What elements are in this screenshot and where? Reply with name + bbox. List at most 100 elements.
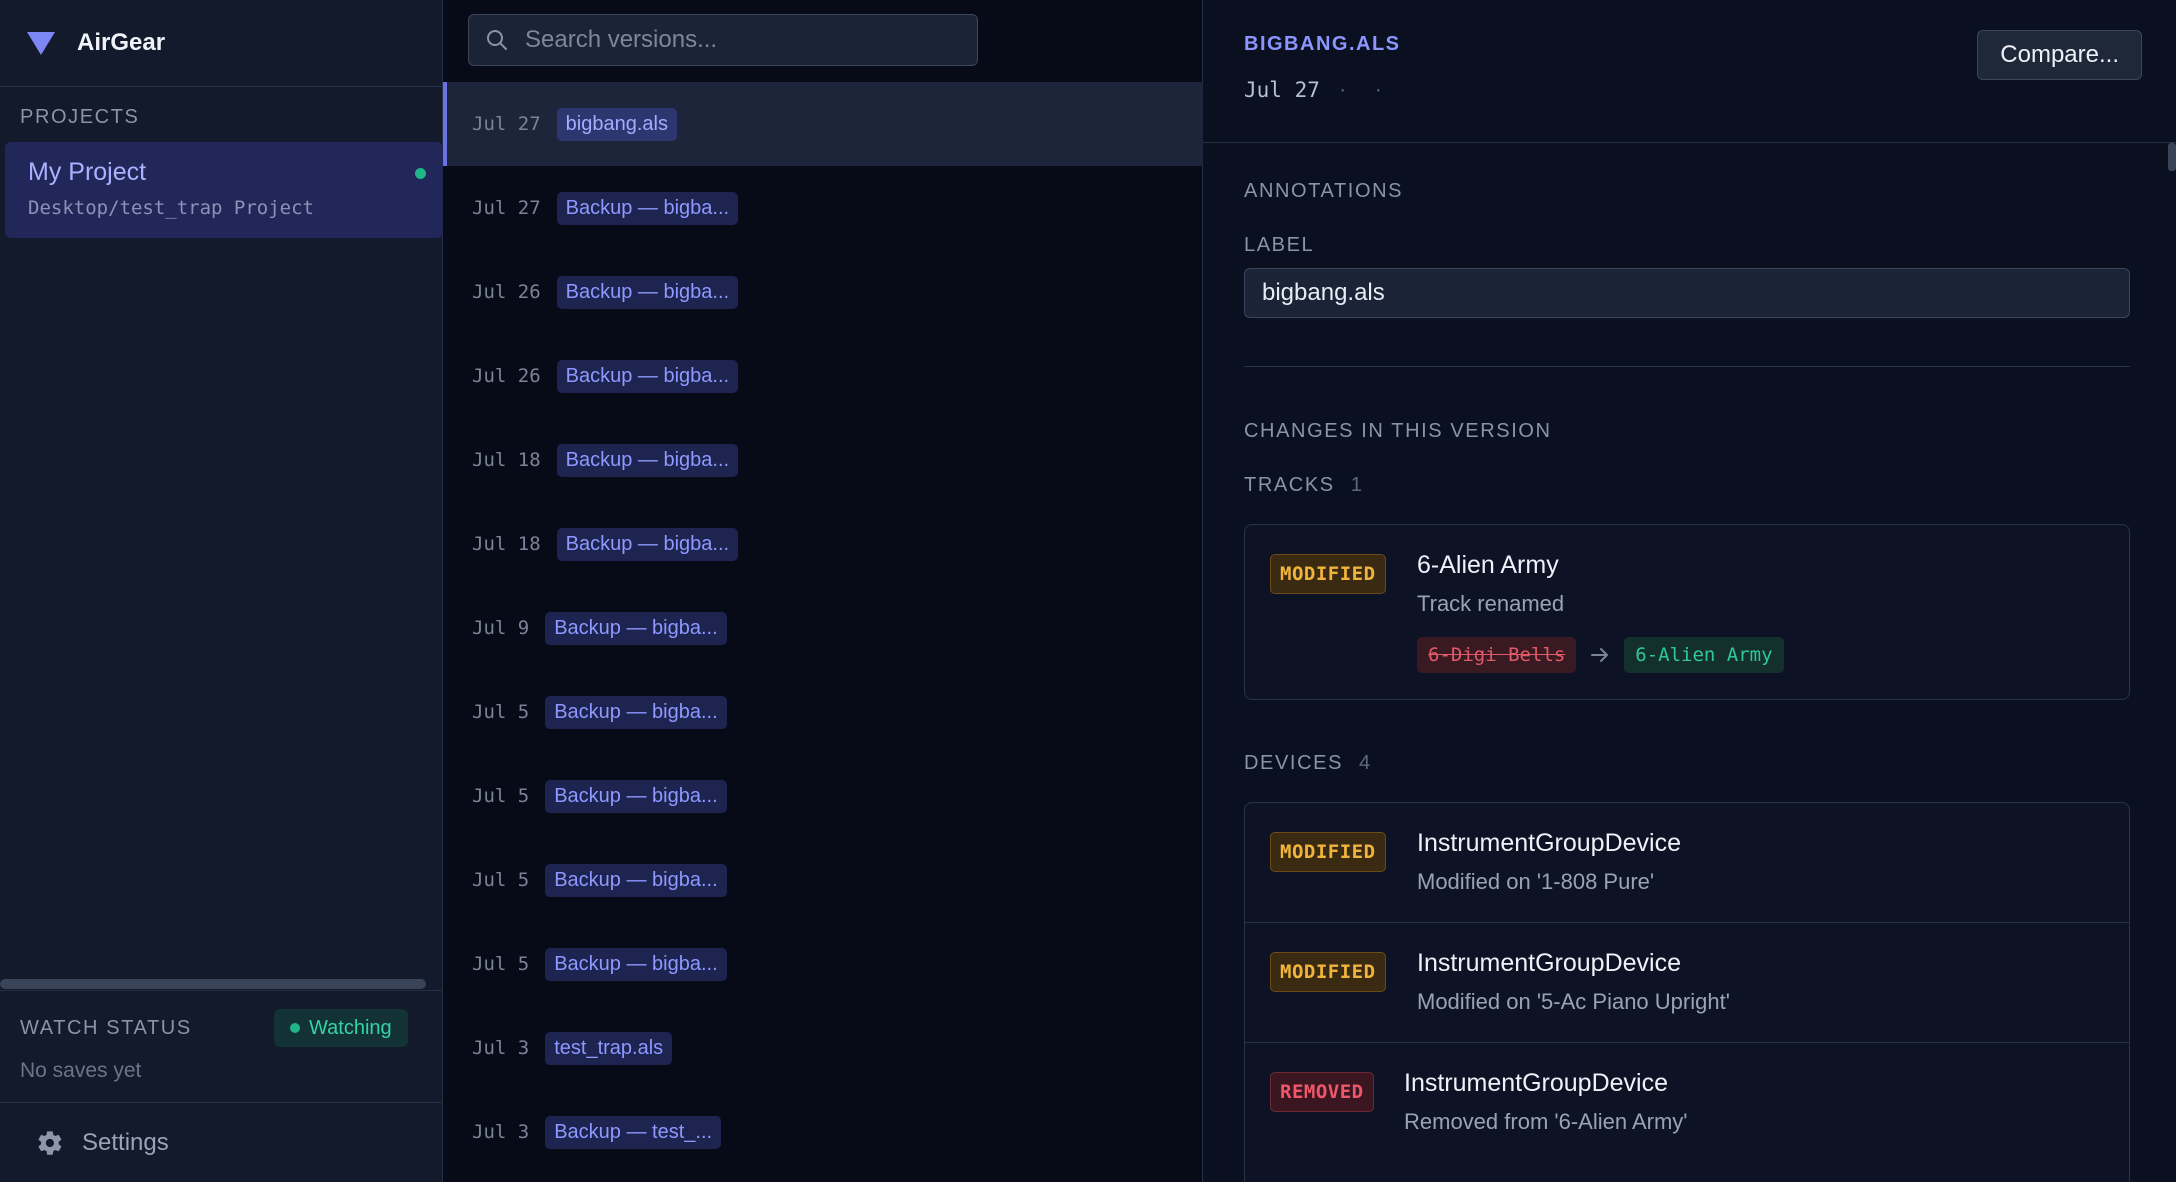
version-date: Jul 3	[472, 1121, 530, 1143]
search-input[interactable]	[525, 26, 977, 54]
version-date: Jul 18	[472, 533, 541, 555]
watch-status-text: Watching	[309, 1016, 392, 1039]
version-label: test_trap.als	[545, 1031, 673, 1065]
devices-card: MODIFIED InstrumentGroupDevice Modified …	[1244, 802, 2130, 1182]
file-meta: Jul 27 · ·	[1244, 78, 1383, 102]
compare-button[interactable]: Compare...	[1977, 30, 2142, 80]
version-row[interactable]: Jul 5 Backup — bigba...	[443, 670, 1203, 754]
devices-label: DEVICES	[1244, 752, 1344, 774]
version-date: Jul 5	[472, 785, 530, 807]
sidebar-scrollbar[interactable]	[0, 977, 443, 989]
version-date: Jul 3	[472, 1037, 530, 1059]
version-date: Jul 9	[472, 617, 530, 639]
version-row[interactable]: Jul 5 Backup — bigba...	[443, 754, 1203, 838]
change-row: MODIFIED InstrumentGroupDevice Modified …	[1245, 803, 2129, 923]
gear-icon	[36, 1129, 64, 1157]
version-row[interactable]: Jul 26 Backup — bigba...	[443, 250, 1203, 334]
change-title: InstrumentGroupDevice	[1417, 829, 1682, 857]
file-name: BIGBANG.ALS	[1244, 33, 1401, 55]
project-status-dot	[415, 168, 426, 179]
brand: AirGear	[0, 0, 442, 87]
watch-status-heading: WATCH STATUS	[20, 1017, 192, 1039]
removed-badge: REMOVED	[1270, 1072, 1374, 1112]
project-path: Desktop/test_trap Project	[28, 197, 314, 219]
version-label: Backup — bigba...	[556, 443, 739, 477]
devices-count: 4	[1359, 752, 1371, 774]
detail-header: BIGBANG.ALS Jul 27 · · Compare...	[1203, 0, 2176, 143]
version-label: Backup — bigba...	[545, 863, 727, 897]
projects-heading: PROJECTS	[20, 106, 140, 128]
divider	[1244, 366, 2130, 367]
change-description: Track renamed	[1417, 591, 1565, 616]
settings-label: Settings	[82, 1128, 169, 1156]
change-description: Modified on '5-Ac Piano Upright'	[1417, 989, 1730, 1014]
version-date: Jul 5	[472, 953, 530, 975]
search-icon	[485, 28, 509, 52]
project-name: My Project	[28, 158, 147, 186]
arrow-right-icon	[1588, 643, 1612, 667]
devices-heading: DEVICES 4	[1244, 752, 1370, 775]
tracks-label: TRACKS	[1244, 474, 1335, 496]
watch-status-panel: WATCH STATUS Watching No saves yet	[0, 990, 443, 1102]
version-label: Backup — bigba...	[545, 779, 727, 813]
old-track-name: 6-Digi Bells	[1417, 637, 1577, 673]
version-label: Backup — bigba...	[545, 947, 727, 981]
version-date: Jul 27	[472, 197, 541, 219]
label-field[interactable]	[1244, 268, 2130, 318]
version-row[interactable]: Jul 3 test_trap.als	[443, 1006, 1203, 1090]
app-window: AirGear PROJECTS My Project Desktop/test…	[0, 0, 2176, 1182]
sidebar: AirGear PROJECTS My Project Desktop/test…	[0, 0, 443, 1182]
version-date: Jul 5	[472, 869, 530, 891]
version-date: Jul 18	[472, 449, 541, 471]
change-title: InstrumentGroupDevice	[1417, 949, 1682, 977]
version-row[interactable]: Jul 5 Backup — bigba...	[443, 838, 1203, 922]
change-row: MODIFIED InstrumentGroupDevice Modified …	[1245, 923, 2129, 1043]
tracks-count: 1	[1350, 474, 1362, 496]
settings-button[interactable]: Settings	[0, 1102, 443, 1182]
version-row[interactable]: Jul 18 Backup — bigba...	[443, 502, 1203, 586]
version-date: Jul 26	[472, 365, 541, 387]
search-box	[468, 14, 978, 66]
change-title: InstrumentGroupDevice	[1404, 1069, 1669, 1097]
version-label: Backup — bigba...	[556, 275, 739, 309]
change-description: Removed from '6-Alien Army'	[1404, 1109, 1688, 1134]
version-row[interactable]: Jul 26 Backup — bigba...	[443, 334, 1203, 418]
version-row[interactable]: Jul 27 bigbang.als	[443, 82, 1203, 166]
version-date: Jul 26	[472, 281, 541, 303]
watch-status-badge: Watching	[274, 1009, 408, 1047]
change-row: MODIFIED 6-Alien Army Track renamed 6-Di…	[1245, 525, 2129, 701]
annotations-heading: ANNOTATIONS	[1244, 180, 1404, 202]
detail-scrollbar-thumb[interactable]	[2168, 143, 2176, 171]
version-date: Jul 5	[472, 701, 530, 723]
version-row[interactable]: Jul 3 Backup — test_...	[443, 1090, 1203, 1174]
logo-icon	[25, 29, 57, 57]
watch-empty-text: No saves yet	[20, 1059, 142, 1082]
modified-badge: MODIFIED	[1270, 832, 1386, 872]
project-item-my-project[interactable]: My Project Desktop/test_trap Project	[5, 142, 443, 238]
file-date: Jul 27	[1244, 78, 1320, 102]
change-row: REMOVED InstrumentGroupDevice Removed fr…	[1245, 1043, 2129, 1163]
version-row[interactable]: Jul 5 Backup — bigba...	[443, 922, 1203, 1006]
version-row[interactable]: Jul 18 Backup — bigba...	[443, 418, 1203, 502]
sidebar-scrollbar-thumb[interactable]	[0, 979, 426, 989]
version-row[interactable]: Jul 27 Backup — bigba...	[443, 166, 1203, 250]
label-field-label: LABEL	[1244, 234, 1315, 256]
version-label: bigbang.als	[556, 107, 677, 141]
version-label: Backup — bigba...	[556, 359, 739, 393]
app-name: AirGear	[77, 29, 166, 56]
version-label: Backup — bigba...	[545, 695, 727, 729]
version-label: Backup — bigba...	[545, 611, 727, 645]
version-row[interactable]: Jul 9 Backup — bigba...	[443, 586, 1203, 670]
tracks-heading: TRACKS 1	[1244, 474, 1362, 497]
modified-badge: MODIFIED	[1270, 952, 1386, 992]
tracks-card: MODIFIED 6-Alien Army Track renamed 6-Di…	[1244, 524, 2130, 700]
version-label: Backup — test_...	[545, 1115, 722, 1149]
meta-separator: ·	[1337, 80, 1348, 100]
watching-dot	[290, 1023, 300, 1033]
version-detail-panel: BIGBANG.ALS Jul 27 · · Compare... ANNOTA…	[1203, 0, 2176, 1182]
change-title: 6-Alien Army	[1417, 551, 1559, 579]
changes-heading: CHANGES IN THIS VERSION	[1244, 420, 1552, 442]
version-date: Jul 27	[472, 113, 541, 135]
versions-panel: Jul 27 bigbang.als Jul 27 Backup — bigba…	[443, 0, 1203, 1182]
version-label: Backup — bigba...	[556, 527, 739, 561]
